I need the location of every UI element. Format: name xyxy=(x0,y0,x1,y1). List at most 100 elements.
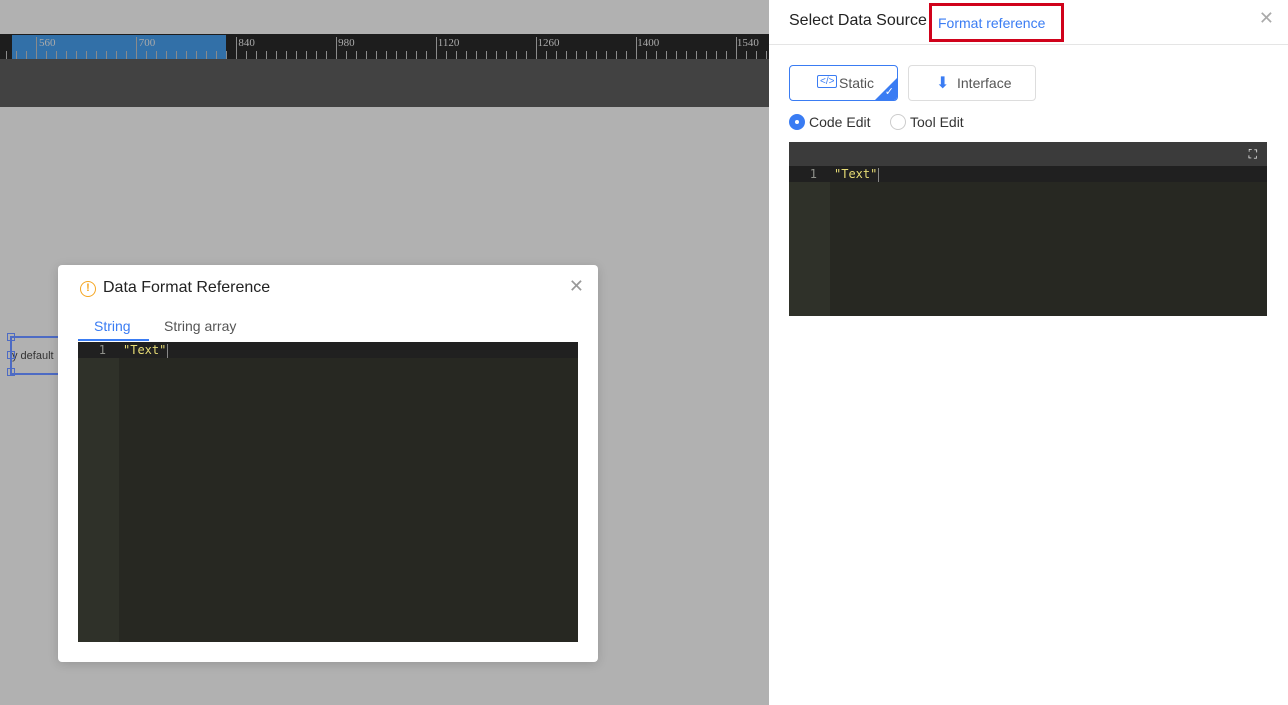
ruler-minor-tick xyxy=(726,51,727,59)
ruler-minor-tick xyxy=(246,51,247,59)
ruler-major-tick xyxy=(36,37,37,59)
ruler-minor-tick xyxy=(586,51,587,59)
radio-label: Tool Edit xyxy=(910,114,964,130)
ruler-minor-tick xyxy=(346,51,347,59)
line-number: 1 xyxy=(809,167,817,181)
ruler-minor-tick xyxy=(176,51,177,59)
canvas-strip xyxy=(0,59,769,107)
format-reference-link[interactable]: Format reference xyxy=(929,3,1064,42)
ruler-minor-tick xyxy=(626,51,627,59)
static-source-button[interactable]: </> Static ✓ xyxy=(789,65,898,101)
radio-code-edit[interactable]: Code Edit xyxy=(789,114,870,130)
ruler-minor-tick xyxy=(316,51,317,59)
ruler-minor-tick xyxy=(96,51,97,59)
ruler-major-tick xyxy=(136,37,137,59)
download-icon: ⬇ xyxy=(936,75,950,92)
ruler-minor-tick xyxy=(326,51,327,59)
ruler-minor-tick xyxy=(476,51,477,59)
ruler-minor-tick xyxy=(156,51,157,59)
ruler-minor-tick xyxy=(386,51,387,59)
ruler-minor-tick xyxy=(286,51,287,59)
ruler-minor-tick xyxy=(576,51,577,59)
ruler-major-tick xyxy=(336,37,337,59)
ruler-label: 980 xyxy=(338,37,355,49)
ruler-minor-tick xyxy=(466,51,467,59)
code-editor[interactable]: 1 "Text" xyxy=(78,342,578,642)
ruler-minor-tick xyxy=(516,51,517,59)
ruler-minor-tick xyxy=(276,51,277,59)
ruler-minor-tick xyxy=(646,51,647,59)
ruler-minor-tick xyxy=(376,51,377,59)
ruler-label: 840 xyxy=(238,37,255,49)
ruler-minor-tick xyxy=(106,51,107,59)
radio-tool-edit[interactable]: Tool Edit xyxy=(890,114,964,130)
ruler-minor-tick xyxy=(616,51,617,59)
ruler-minor-tick xyxy=(456,51,457,59)
ruler-minor-tick xyxy=(426,51,427,59)
ruler-minor-tick xyxy=(206,51,207,59)
tab-string[interactable]: String xyxy=(94,318,131,334)
line-number: 1 xyxy=(98,343,106,357)
ruler-minor-tick xyxy=(16,51,17,59)
interface-source-button[interactable]: ⬇ Interface xyxy=(908,65,1036,101)
ruler-minor-tick xyxy=(146,51,147,59)
ruler-minor-tick xyxy=(366,51,367,59)
interface-label: Interface xyxy=(957,75,1012,91)
ruler-minor-tick xyxy=(766,51,767,59)
ruler-minor-tick xyxy=(406,51,407,59)
ruler-minor-tick xyxy=(596,51,597,59)
ruler-minor-tick xyxy=(126,51,127,59)
fullscreen-icon[interactable]: ⛶ xyxy=(1249,147,1257,162)
ruler-minor-tick xyxy=(256,51,257,59)
ruler-minor-tick xyxy=(746,51,747,59)
widget-text: y default xyxy=(12,350,54,362)
ruler-minor-tick xyxy=(496,51,497,59)
ruler-minor-tick xyxy=(506,51,507,59)
ruler-minor-tick xyxy=(446,51,447,59)
resize-handle[interactable] xyxy=(7,351,15,359)
ruler-minor-tick xyxy=(396,51,397,59)
ruler-minor-tick xyxy=(486,51,487,59)
dialog-title: Data Format Reference xyxy=(103,279,271,296)
ruler-label: 1400 xyxy=(637,37,660,49)
resize-handle[interactable] xyxy=(7,368,15,376)
ruler-minor-tick xyxy=(186,51,187,59)
ruler-minor-tick xyxy=(196,51,197,59)
editor-toolbar: ⛶ xyxy=(789,142,1267,166)
code-editor[interactable]: 1 "Text" xyxy=(789,166,1267,316)
tab-string-array[interactable]: String array xyxy=(164,318,236,334)
ruler-minor-tick xyxy=(116,51,117,59)
ruler-label: 560 xyxy=(39,37,56,49)
ruler-label: 1120 xyxy=(437,37,460,49)
ruler-minor-tick xyxy=(226,51,227,59)
ruler-minor-tick xyxy=(666,51,667,59)
ruler-minor-tick xyxy=(696,51,697,59)
resize-handle[interactable] xyxy=(7,333,15,341)
ruler-minor-tick xyxy=(266,51,267,59)
editor-gutter xyxy=(78,342,119,642)
ruler-minor-tick xyxy=(706,51,707,59)
ruler-minor-tick xyxy=(546,51,547,59)
ruler-minor-tick xyxy=(606,51,607,59)
ruler-minor-tick xyxy=(86,51,87,59)
ruler-minor-tick xyxy=(306,51,307,59)
static-label: Static xyxy=(839,75,875,91)
ruler-minor-tick xyxy=(26,51,27,59)
panel-header: Select Data Source Format reference ✕ xyxy=(769,0,1288,45)
ruler-minor-tick xyxy=(76,51,77,59)
code-line: "Text" xyxy=(123,343,167,357)
ruler-minor-tick xyxy=(416,51,417,59)
ruler-minor-tick xyxy=(66,51,67,59)
code-line: "Text" xyxy=(834,167,878,181)
ruler-minor-tick xyxy=(526,51,527,59)
close-icon[interactable]: ✕ xyxy=(1259,8,1274,29)
ruler-major-tick xyxy=(236,37,237,59)
select-data-source-panel: Select Data Source Format reference ✕ </… xyxy=(769,0,1288,705)
warning-icon: ! xyxy=(80,281,96,297)
ruler-minor-tick xyxy=(46,51,47,59)
ruler-minor-tick xyxy=(56,51,57,59)
ruler-minor-tick xyxy=(296,51,297,59)
data-format-reference-dialog: ! Data Format Reference ✕ String String … xyxy=(58,265,598,662)
close-icon[interactable]: ✕ xyxy=(569,276,584,297)
ruler-minor-tick xyxy=(356,51,357,59)
